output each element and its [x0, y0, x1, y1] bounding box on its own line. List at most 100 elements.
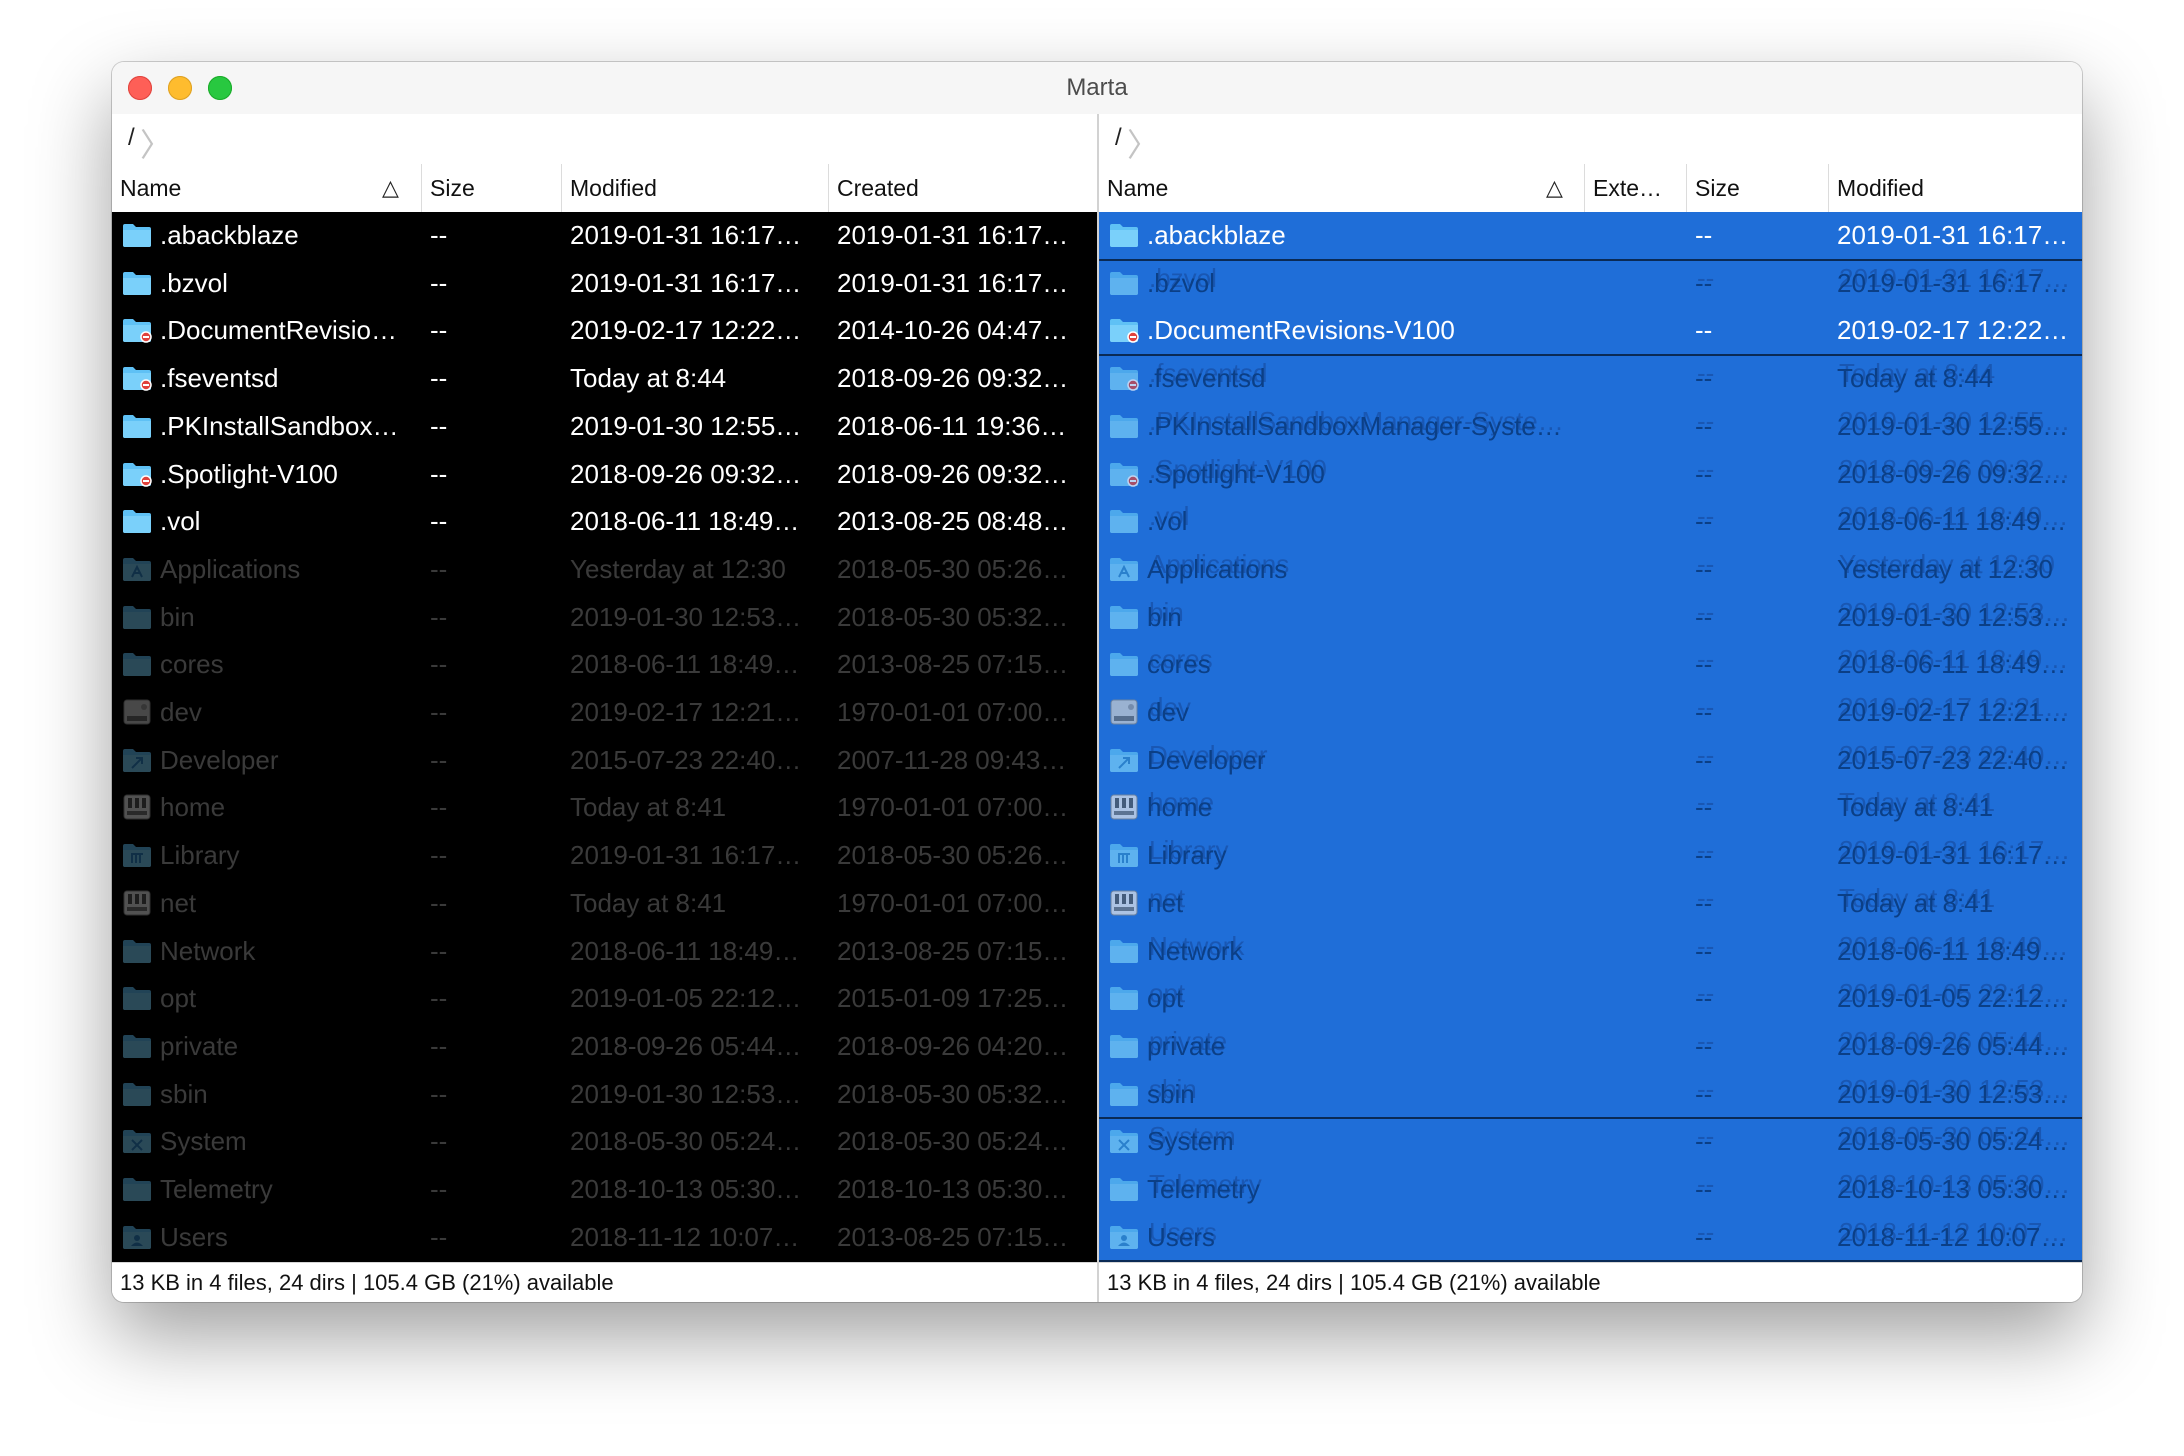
- column-header-modified-label: Modified: [1837, 175, 1924, 201]
- left-path-bar[interactable]: / 〉: [112, 114, 1097, 164]
- table-row[interactable]: opt -- 2019-01-05 22:12… 2015-01-09 17:25…: [112, 975, 1097, 1023]
- cell-size: --: [1695, 792, 1713, 823]
- cell-size: --: [430, 601, 448, 632]
- table-row[interactable]: .fseventsd -- Today at 8:44: [1099, 355, 2082, 403]
- cell-created: 2018-05-30 05:32…: [837, 601, 1069, 632]
- left-file-list[interactable]: .abackblaze -- 2019-01-31 16:17… 2019-01-31…: [112, 212, 1097, 1262]
- table-row[interactable]: System -- 2018-05-30 05:24…: [1099, 1118, 2082, 1166]
- system-folder-icon: [122, 1128, 152, 1154]
- column-header-modified[interactable]: Modified: [562, 164, 829, 212]
- path-segment-root[interactable]: /: [1115, 124, 1122, 152]
- cell-modified: Today at 8:41: [1837, 792, 1994, 823]
- chevron-right-icon: 〉: [1127, 127, 1160, 163]
- table-row[interactable]: net -- Today at 8:41 1970-01-01 07:00…: [112, 880, 1097, 928]
- table-row[interactable]: sbin -- 2019-01-30 12:53… 2018-05-30 05:32…: [112, 1071, 1097, 1119]
- table-row[interactable]: .abackblaze -- 2019-01-31 16:17…: [1099, 212, 2082, 260]
- cell-created: 2007-11-28 09:43…: [837, 744, 1067, 775]
- table-row[interactable]: .DocumentRevisio… -- 2019-02-17 12:22… 2014…: [112, 307, 1097, 355]
- table-row[interactable]: dev -- 2019-02-17 12:21… 1970-01-01 07:00…: [112, 689, 1097, 737]
- folder-icon: [122, 270, 152, 296]
- table-row[interactable]: .DocumentRevisions-V100 -- 2019-02-17 12:2…: [1099, 307, 2082, 355]
- cell-created: 2018-05-30 05:26…: [837, 553, 1069, 584]
- table-row[interactable]: bin -- 2019-01-30 12:53… 2018-05-30 05:32…: [112, 594, 1097, 642]
- right-pane[interactable]: / 〉 Name △ Exte… Size Modified .abackbla…: [1099, 114, 2082, 1302]
- table-row[interactable]: bin -- 2019-01-30 12:53…: [1099, 594, 2082, 642]
- table-row[interactable]: sbin -- 2019-01-30 12:53…: [1099, 1071, 2082, 1119]
- table-row[interactable]: opt -- 2019-01-05 22:12…: [1099, 975, 2082, 1023]
- column-header-extension[interactable]: Exte…: [1585, 164, 1687, 212]
- table-row[interactable]: .vol -- 2018-06-11 18:49… 2013-08-25 08:48…: [112, 498, 1097, 546]
- developer-folder-icon: [122, 747, 152, 773]
- cell-size: --: [1695, 220, 1713, 250]
- table-row[interactable]: Network -- 2018-06-11 18:49…: [1099, 928, 2082, 976]
- column-header-name[interactable]: Name: [112, 164, 422, 212]
- cell-created: 2015-01-09 17:25…: [837, 983, 1069, 1014]
- cell-size: --: [430, 363, 448, 394]
- titlebar[interactable]: Marta: [112, 62, 2082, 114]
- cell-name: Developer: [160, 744, 279, 775]
- table-row[interactable]: .vol -- 2018-06-11 18:49…: [1099, 498, 2082, 546]
- cell-size: --: [430, 697, 448, 727]
- table-row[interactable]: .abackblaze -- 2019-01-31 16:17… 2019-01-31…: [112, 212, 1097, 260]
- table-row[interactable]: Applications -- Yesterday at 12:30 2018-05-…: [112, 546, 1097, 594]
- table-row[interactable]: .Spotlight-V100 -- 2018-09-26 09:32… 2018-0…: [112, 451, 1097, 499]
- table-row[interactable]: System -- 2018-05-30 05:24… 2018-05-30 05:2…: [112, 1118, 1097, 1166]
- table-row[interactable]: Telemetry -- 2018-10-13 05:30…: [1099, 1166, 2082, 1214]
- cell-name: Network: [1147, 935, 1243, 966]
- cell-size: --: [1695, 1174, 1713, 1204]
- table-row[interactable]: .bzvol -- 2019-01-31 16:17… 2019-01-31 16:1…: [112, 260, 1097, 308]
- table-row[interactable]: .PKInstallSandbox… -- 2019-01-30 12:55… 201…: [112, 403, 1097, 451]
- left-column-header: Name △ Size Modified Created: [112, 164, 1097, 213]
- cell-modified: 2019-01-31 16:17…: [1837, 220, 2069, 250]
- table-row[interactable]: Users -- 2018-11-12 10:07…: [1099, 1214, 2082, 1262]
- table-row[interactable]: home -- Today at 8:41: [1099, 784, 2082, 832]
- table-row[interactable]: dev -- 2019-02-17 12:21…: [1099, 689, 2082, 737]
- table-row[interactable]: cores -- 2018-06-11 18:49… 2013-08-25 07:15…: [112, 641, 1097, 689]
- table-row[interactable]: net -- Today at 8:41: [1099, 880, 2082, 928]
- table-row[interactable]: home -- Today at 8:41 1970-01-01 07:00…: [112, 784, 1097, 832]
- table-row[interactable]: private -- 2018-09-26 05:44…: [1099, 1023, 2082, 1071]
- table-row[interactable]: Developer -- 2015-07-23 22:40…: [1099, 737, 2082, 785]
- table-row[interactable]: Network -- 2018-06-11 18:49… 2013-08-25 07:…: [112, 928, 1097, 976]
- table-row[interactable]: private -- 2018-09-26 05:44… 2018-09-26 04:…: [112, 1023, 1097, 1071]
- table-row[interactable]: Telemetry -- 2018-10-13 05:30… 2018-10-13 0…: [112, 1166, 1097, 1214]
- cell-size: --: [1695, 935, 1713, 966]
- table-row[interactable]: .bzvol -- 2019-01-31 16:17…: [1099, 260, 2082, 308]
- sort-ascending-icon[interactable]: △: [382, 164, 399, 212]
- right-status-bar: 13 KB in 4 files, 24 dirs | 105.4 GB (21…: [1099, 1262, 2082, 1302]
- cell-size: --: [430, 935, 448, 966]
- table-row[interactable]: Developer -- 2015-07-23 22:40… 2007-11-28 0…: [112, 737, 1097, 785]
- left-pane[interactable]: / 〉 Name △ Size Modified Created .abackb…: [112, 114, 1097, 1302]
- cell-size: --: [430, 410, 448, 441]
- table-row[interactable]: cores -- 2018-06-11 18:49…: [1099, 641, 2082, 689]
- window-title: Marta: [1066, 74, 1128, 101]
- column-header-size[interactable]: Size: [422, 164, 562, 212]
- table-row[interactable]: Library -- 2019-01-31 16:17… 2018-05-30 05:…: [112, 832, 1097, 880]
- table-row[interactable]: Library -- 2019-01-31 16:17…: [1099, 832, 2082, 880]
- table-row[interactable]: .fseventsd -- Today at 8:44 2018-09-26 09:3…: [112, 355, 1097, 403]
- column-header-name[interactable]: Name: [1099, 164, 1585, 212]
- column-header-size[interactable]: Size: [1687, 164, 1829, 212]
- table-row[interactable]: Users -- 2018-11-12 10:07… 2013-08-25 07:15…: [112, 1214, 1097, 1262]
- folder-icon: [122, 1033, 152, 1059]
- right-path-bar[interactable]: / 〉: [1099, 114, 2082, 164]
- table-row[interactable]: .PKInstallSandboxManager-Syste… -- 2019-01…: [1099, 403, 2082, 451]
- path-segment-root[interactable]: /: [128, 124, 135, 152]
- sort-ascending-icon[interactable]: △: [1546, 164, 1563, 212]
- cell-name: private: [160, 1030, 239, 1061]
- cell-modified: 2019-01-31 16:17…: [570, 840, 802, 871]
- column-header-extension-label: Exte…: [1593, 175, 1663, 201]
- folder-icon: [1109, 1033, 1139, 1059]
- right-file-list[interactable]: .abackblaze -- 2019-01-31 16:17… .bzvol -- 20…: [1099, 212, 2082, 1262]
- cell-name: bin: [160, 601, 195, 632]
- column-header-created[interactable]: Created: [829, 164, 1097, 212]
- table-row[interactable]: .Spotlight-V100 -- 2018-09-26 09:32…: [1099, 451, 2082, 499]
- cell-name: .fseventsd: [160, 363, 279, 394]
- column-header-modified[interactable]: Modified: [1829, 164, 2082, 212]
- restricted-folder-icon: [1109, 365, 1139, 391]
- cell-size: --: [430, 1030, 448, 1061]
- table-row[interactable]: Applications -- Yesterday at 12:30: [1099, 546, 2082, 594]
- cell-name: .PKInstallSandbox…: [160, 410, 399, 441]
- cell-size: --: [1695, 506, 1713, 537]
- folder-icon: [1109, 508, 1139, 534]
